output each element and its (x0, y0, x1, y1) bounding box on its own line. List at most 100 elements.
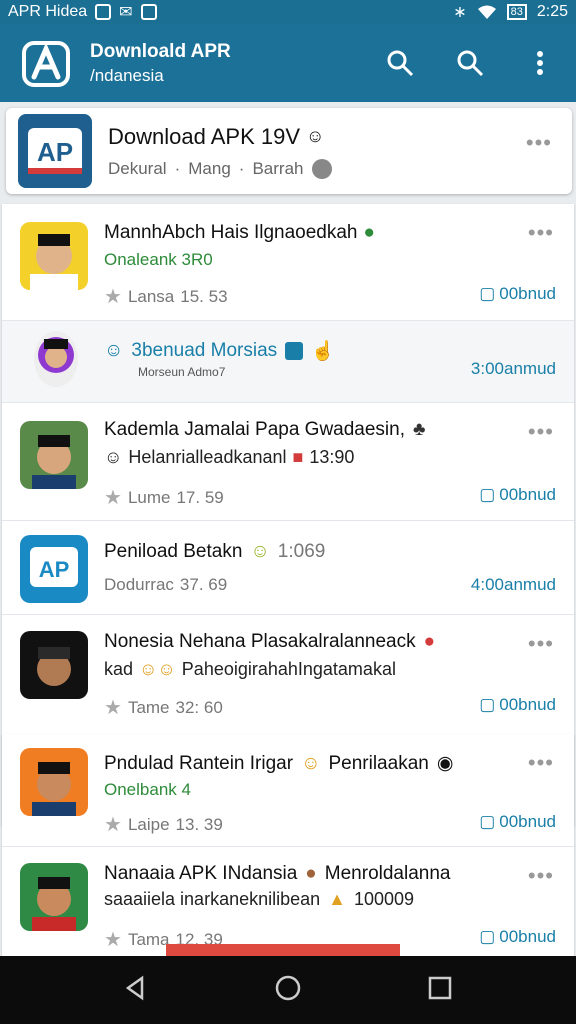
app-icon (34, 331, 78, 387)
app-list-card: Pndulad Rantein Irigar ☺ Penrilaakan ◉ O… (2, 734, 574, 956)
more-options-icon[interactable]: ••• (528, 220, 554, 246)
emoji-icon: ☺ (301, 752, 321, 774)
list-item[interactable]: AP Peniload Betakn ☺ 1:069 Dodurrac 37. … (2, 520, 574, 614)
more-options-icon[interactable]: ••• (528, 750, 554, 776)
list-item-subtitle: Morseun Admo7 (138, 365, 226, 379)
notification-icon (95, 4, 112, 20)
progress-bar (166, 944, 400, 956)
download-button[interactable]: 4:00anmud (471, 575, 556, 595)
status-carrier-text: APR Hidea (8, 3, 88, 20)
download-icon: ▢ (479, 695, 496, 714)
download-button[interactable]: ▢ 00bnud (479, 927, 556, 947)
list-item-subtitle: saaaiiela inarkaneknilibean (104, 889, 321, 909)
more-options-icon[interactable]: ••• (528, 863, 554, 889)
search-icon[interactable] (452, 45, 488, 81)
more-options-icon[interactable] (522, 45, 558, 81)
list-item[interactable]: Nanaaia APK INdansia ● Menroldalanna saa… (2, 846, 574, 956)
download-label: 3:00anmud (470, 359, 556, 378)
verified-icon (311, 158, 332, 179)
download-button[interactable]: ▢ 00bnud (479, 284, 556, 304)
search-icon[interactable] (382, 45, 418, 81)
star-icon: ★ (104, 697, 122, 719)
list-item-subtitle: Helanrialleadkananl (128, 447, 287, 467)
navigation-bar (0, 956, 576, 1024)
list-item[interactable]: Kademla Jamalai Papa Gwadaesin, ♣ ☺ Hela… (2, 402, 574, 520)
leaf-icon: ● (363, 222, 375, 243)
more-options-icon[interactable]: ••• (528, 631, 554, 657)
list-item-subtitle: Onelbank 4 (104, 780, 191, 799)
list-item[interactable]: Nonesia Nehana Plasakalralanneack ● kad … (2, 614, 574, 726)
list-item-meta-label: Dodurrac (104, 575, 174, 594)
app-bar: Downloald APR /ndanesia (0, 24, 576, 102)
download-button[interactable]: ▢ 00bnud (479, 812, 556, 832)
download-label: 00bnud (499, 927, 556, 946)
app-logo (18, 35, 74, 91)
home-icon[interactable] (274, 974, 302, 1007)
list-item-meta-value: 15. 53 (180, 286, 228, 306)
emoji-icon: ☺ (250, 541, 270, 562)
emoji-icon: ☺ (306, 126, 325, 146)
leaf-icon: ♣ (413, 419, 426, 440)
star-icon: ★ (104, 487, 122, 509)
list-item-title: Pndulad Rantein Irigar (104, 752, 294, 774)
download-label: 00bnud (499, 485, 556, 504)
download-label: 00bnud (499, 695, 556, 714)
list-item-meta-value: 37. 69 (179, 575, 228, 594)
more-options-icon[interactable]: ••• (528, 419, 554, 445)
back-icon[interactable] (122, 974, 150, 1007)
app-icon (20, 631, 88, 699)
list-item-meta-value: 17. 59 (176, 487, 224, 507)
user-icon: ☺ (104, 340, 124, 361)
app-list-card: MannhAbch Hais Ilgnaoedkah ● Onaleank 3R… (2, 204, 574, 826)
list-item-title-extra: 1:069 (277, 541, 326, 562)
status-time: 2:25 (536, 3, 568, 20)
featured-app-sub-c: Barrah (252, 158, 304, 178)
badge-icon (285, 342, 304, 360)
list-item[interactable]: MannhAbch Hais Ilgnaoedkah ● Onaleank 3R… (2, 204, 574, 320)
list-item-sub-tail: PaheoigirahahIngatamakal (181, 659, 396, 679)
list-item[interactable]: ☺ 3benuad Morsias ☝ Morseun Admo7 3:00an… (2, 320, 574, 402)
list-item[interactable]: Pndulad Rantein Irigar ☺ Penrilaakan ◉ O… (2, 734, 574, 846)
download-icon: ▢ (479, 284, 496, 303)
app-icon: AP (20, 535, 88, 603)
list-item-title: Nanaaia APK INdansia (104, 863, 298, 884)
app-icon (20, 748, 88, 816)
download-button[interactable]: ▢ 00bnud (479, 695, 556, 715)
status-bar: APR Hidea ✉ ∗ 83 2:25 (0, 0, 576, 24)
list-item-title: Nonesia Nehana Plasakalralanneack (104, 631, 416, 652)
star-icon: ★ (104, 929, 122, 951)
emoji-icon: ☺ (104, 447, 123, 467)
list-item-meta-label: Laipe (127, 814, 170, 834)
list-item-subtitle: kad (104, 659, 134, 679)
app-list[interactable]: AP Download APK 19V ☺ Dekural · Mang · B… (0, 102, 576, 956)
app-icon (20, 863, 88, 931)
more-options-icon[interactable]: ••• (526, 130, 552, 156)
featured-app-sub-b: Mang (188, 158, 231, 178)
recents-icon[interactable] (426, 974, 454, 1007)
list-item-meta-label: Tame (127, 697, 170, 717)
list-item-sub-value: 100009 (353, 889, 415, 909)
download-label: 00bnud (499, 812, 556, 831)
featured-app-card[interactable]: AP Download APK 19V ☺ Dekural · Mang · B… (6, 108, 572, 194)
star-icon: ★ (104, 286, 122, 308)
download-icon: ▢ (479, 927, 496, 946)
list-item-title: Peniload Betakn (104, 541, 243, 562)
featured-app-sub-a: Dekural (108, 158, 167, 178)
download-button[interactable]: 3:00anmud (471, 359, 556, 379)
list-item-meta-label: Lansa (127, 286, 175, 306)
app-subtitle: /ndanesia (90, 65, 164, 85)
star-icon: ★ (104, 814, 122, 836)
emoji-icon: ● (305, 863, 317, 884)
list-item-meta-value: 32: 60 (175, 697, 223, 717)
badge-icon: ■ (292, 447, 304, 467)
battery-icon: 83 (506, 4, 527, 20)
featured-app-title: Download APK 19V (108, 123, 301, 149)
download-button[interactable]: ▢ 00bnud (479, 485, 556, 505)
download-label: 00bnud (499, 284, 556, 303)
mail-icon: ✉ (119, 4, 133, 21)
emoji-icon: ☺☺ (139, 659, 176, 679)
download-icon: ▢ (479, 812, 496, 831)
download-icon: ▢ (479, 485, 496, 504)
emoji-icon: ▲ (328, 889, 346, 909)
list-item-title-tail: Penrilaakan (328, 752, 429, 774)
